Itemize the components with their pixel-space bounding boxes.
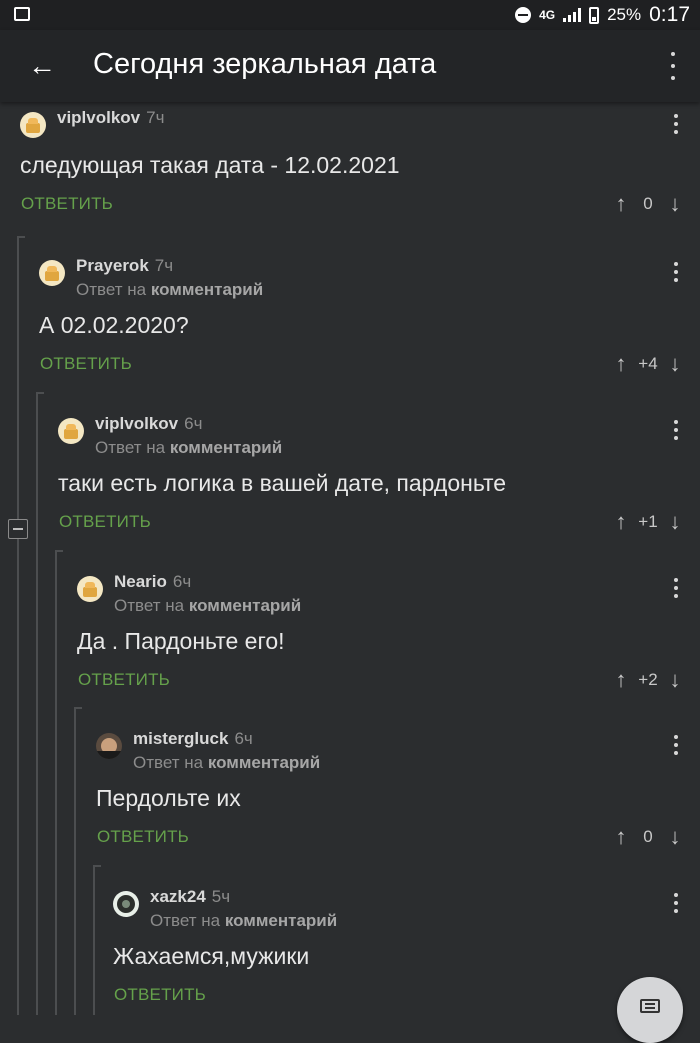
comment: viplvolkov 6ч Ответ на комментарий таки е… [58,408,700,565]
status-bar: 4G 25% 0:17 [0,0,700,30]
image-notification-icon [14,7,30,21]
vote-controls: ↑ +4 ↓ [612,350,684,378]
clock: 0:17 [649,3,690,26]
reply-to-label[interactable]: Ответ на комментарий [76,280,263,300]
comment-time: 6ч [234,729,253,748]
comment-text: Пердольте их [96,785,241,811]
comment-menu-icon[interactable] [672,578,680,598]
comment-menu-icon[interactable] [672,262,680,282]
comment: viplvolkov 7ч следующая такая дата - 12.0… [20,102,700,259]
avatar[interactable] [96,733,122,759]
comment-menu-icon[interactable] [672,735,680,755]
comment-list-icon [640,999,660,1013]
status-icons: 4G 25% 0:17 [515,2,690,28]
comment-text: следующая такая дата - 12.02.2021 [20,152,400,178]
reply-button[interactable]: ОТВЕТИТЬ [114,985,206,1005]
downvote-arrow-icon[interactable]: ↓ [666,667,684,693]
back-arrow-icon[interactable]: ← [28,52,56,80]
comment: Prayerok 7ч Ответ на комментарий А 02.02.… [39,250,700,407]
battery-icon [589,6,600,24]
comment-author[interactable]: Neario 6ч [114,572,191,592]
vote-controls: ↑ +1 ↓ [612,508,684,536]
comment-thread: viplvolkov 7ч следующая такая дата - 12.0… [0,102,700,1015]
reply-to-label[interactable]: Ответ на комментарий [133,753,320,773]
reply-button[interactable]: ОТВЕТИТЬ [40,354,132,374]
comment-menu-icon[interactable] [672,420,680,440]
comment-time: 6ч [184,414,203,433]
downvote-arrow-icon[interactable]: ↓ [666,191,684,217]
upvote-arrow-icon[interactable]: ↑ [612,667,630,693]
upvote-arrow-icon[interactable]: ↑ [612,191,630,217]
thread-line [17,236,19,1015]
collapse-thread-button[interactable] [8,519,28,539]
comments-fab[interactable] [617,977,683,1043]
comment-time: 6ч [172,572,192,591]
comment-time: 7ч [146,108,165,127]
downvote-arrow-icon[interactable]: ↓ [666,351,684,377]
vote-count: +4 [638,354,658,373]
comment-author[interactable]: xazk24 5ч [150,887,230,907]
comment-author[interactable]: viplvolkov 7ч [57,108,164,128]
reply-button[interactable]: ОТВЕТИТЬ [97,827,189,847]
comment-text: Жахаемся,мужики [113,943,310,969]
thread-line [55,550,57,1015]
avatar[interactable] [39,260,65,286]
downvote-arrow-icon[interactable]: ↓ [666,509,684,535]
app-bar: ← Сегодня зеркальная дата [0,30,700,102]
thread-line [74,707,76,1015]
comment-menu-icon[interactable] [672,893,680,913]
comment-text: А 02.02.2020? [39,312,189,338]
vote-count: 0 [643,827,653,846]
comment-text: Да . Пардоньте его! [77,628,285,654]
upvote-arrow-icon[interactable]: ↑ [612,824,630,850]
comment-menu-icon[interactable] [672,114,680,134]
reply-to-label[interactable]: Ответ на комментарий [95,438,282,458]
comment-time: 7ч [154,256,174,275]
reply-button[interactable]: ОТВЕТИТЬ [78,670,170,690]
vote-count: +1 [638,512,658,531]
vote-count: 0 [643,194,653,213]
avatar[interactable] [20,112,46,138]
network-type: 4G [539,8,556,22]
thread-line [36,392,38,1015]
vote-controls: ↑ 0 ↓ [612,190,684,218]
reply-to-label[interactable]: Ответ на комментарий [114,596,301,616]
avatar[interactable] [58,418,84,444]
avatar[interactable] [113,891,139,917]
signal-icon [563,8,582,22]
comment-author[interactable]: Prayerok 7ч [76,256,173,276]
avatar[interactable] [77,576,103,602]
comment-time: 5ч [211,887,231,906]
vote-count: +2 [638,670,658,689]
downvote-arrow-icon[interactable]: ↓ [666,824,684,850]
comment-author[interactable]: mistergluck 6ч [133,729,253,749]
comment: xazk24 5ч Ответ на комментарий Жахаемся,м… [113,881,700,1015]
page-title: Сегодня зеркальная дата [93,48,437,80]
overflow-menu-icon[interactable] [668,52,678,80]
vote-controls: ↑ 0 ↓ [612,823,684,851]
comment: mistergluck 6ч Ответ на комментарий Пердо… [96,723,700,880]
comment-text: таки есть логика в вашей дате, пардоньте [58,470,507,496]
comment: Neario 6ч Ответ на комментарий Да . Пардо… [77,566,700,723]
vote-controls: ↑ +2 ↓ [612,666,684,694]
upvote-arrow-icon[interactable]: ↑ [612,509,630,535]
do-not-disturb-icon [515,7,532,23]
upvote-arrow-icon[interactable]: ↑ [612,351,630,377]
reply-button[interactable]: ОТВЕТИТЬ [59,512,151,532]
reply-to-label[interactable]: Ответ на комментарий [150,911,337,931]
battery-percent: 25% [607,5,642,24]
reply-button[interactable]: ОТВЕТИТЬ [21,194,113,214]
thread-line [93,865,95,1015]
comment-author[interactable]: viplvolkov 6ч [95,414,202,434]
